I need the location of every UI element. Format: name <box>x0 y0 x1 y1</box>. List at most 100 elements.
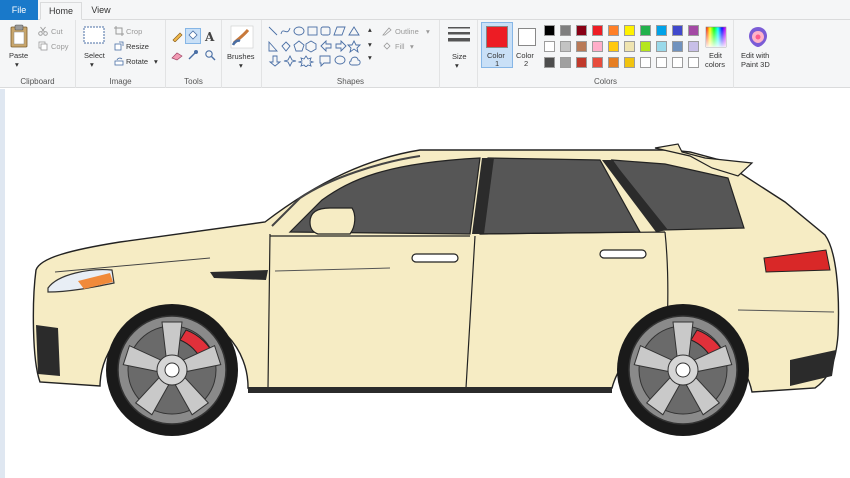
paint3d-icon[interactable] <box>747 25 769 49</box>
palette-swatch[interactable] <box>544 41 555 52</box>
size-dropdown-icon[interactable]: ▾ <box>455 61 459 70</box>
image-group-label: Image <box>76 77 165 86</box>
palette-swatch[interactable] <box>656 57 667 68</box>
palette-swatch[interactable] <box>608 57 619 68</box>
paste-icon[interactable] <box>9 24 29 48</box>
tools-group: A Tools <box>166 20 222 88</box>
pencil-icon[interactable] <box>171 30 183 42</box>
copy-label[interactable]: Copy <box>51 42 69 51</box>
outline-label[interactable]: Outline <box>395 27 419 36</box>
eraser-icon[interactable] <box>171 51 183 61</box>
shapes-group: ▴ ▾ ▾ Outline ▾ Fill ▾ Shapes <box>262 20 440 88</box>
palette-swatch[interactable] <box>544 25 555 36</box>
text-icon[interactable]: A <box>204 30 216 42</box>
palette-swatch[interactable] <box>640 25 651 36</box>
magnifier-icon[interactable] <box>204 49 216 61</box>
color2-number[interactable]: 2 <box>524 59 528 68</box>
brushes-label[interactable]: Brushes <box>227 52 255 61</box>
size-label[interactable]: Size <box>452 52 467 61</box>
tab-home[interactable]: Home <box>40 2 82 20</box>
palette-swatch[interactable] <box>672 25 683 36</box>
palette-swatch[interactable] <box>656 41 667 52</box>
palette-swatch[interactable] <box>672 41 683 52</box>
fill-label[interactable]: Fill <box>395 42 405 51</box>
paint3d-group: Edit with Paint 3D <box>734 20 782 88</box>
color1-number[interactable]: 1 <box>495 59 499 68</box>
copy-icon[interactable] <box>38 41 48 51</box>
brushes-dropdown-icon[interactable]: ▾ <box>239 61 243 70</box>
edit-colors-label-2[interactable]: colors <box>705 60 725 69</box>
palette-swatch[interactable] <box>624 25 635 36</box>
palette-swatch[interactable] <box>592 57 603 68</box>
palette-swatch[interactable] <box>544 57 555 68</box>
resize-label[interactable]: Resize <box>126 42 149 51</box>
palette-swatch[interactable] <box>672 57 683 68</box>
paste-label[interactable]: Paste <box>9 51 28 60</box>
car-rear-wheel <box>617 304 749 436</box>
paint3d-label-2[interactable]: Paint 3D <box>741 60 770 69</box>
shapes-scroll-up-icon[interactable]: ▴ <box>368 25 372 34</box>
car-front-wheel <box>106 304 238 436</box>
palette-swatch[interactable] <box>640 57 651 68</box>
palette-swatch[interactable] <box>688 57 699 68</box>
fill-bucket-icon[interactable] <box>185 28 201 44</box>
outline-icon[interactable] <box>382 26 392 36</box>
clipboard-group: Paste ▾ Cut Copy Clipboard <box>0 20 76 88</box>
crop-label[interactable]: Crop <box>126 27 142 36</box>
palette-swatch[interactable] <box>560 25 571 36</box>
rotate-icon[interactable] <box>114 56 124 66</box>
fill-dropdown-icon[interactable]: ▾ <box>410 42 414 51</box>
shapes-group-label: Shapes <box>262 77 439 86</box>
cut-icon[interactable] <box>38 26 48 36</box>
select-dropdown-icon[interactable]: ▾ <box>90 60 94 69</box>
edit-colors-icon[interactable] <box>705 26 727 48</box>
palette-swatch[interactable] <box>688 41 699 52</box>
fill-icon[interactable] <box>382 41 392 51</box>
tools-group-label: Tools <box>166 77 221 86</box>
shapes-gallery-icon[interactable] <box>267 25 377 67</box>
palette-swatch[interactable] <box>688 25 699 36</box>
rotate-dropdown-icon[interactable]: ▾ <box>154 57 158 66</box>
rotate-label[interactable]: Rotate <box>126 57 148 66</box>
palette-swatch[interactable] <box>560 41 571 52</box>
color-picker-icon[interactable] <box>187 49 199 61</box>
tab-file[interactable]: File <box>0 0 38 20</box>
ribbon-tab-bar: File Home View <box>0 0 850 20</box>
select-label[interactable]: Select <box>84 51 105 60</box>
image-group: Select ▾ Crop Resize Rotate ▾ Image <box>76 20 166 88</box>
color1-swatch[interactable] <box>486 26 508 48</box>
paste-dropdown-icon[interactable]: ▾ <box>15 60 19 69</box>
clipboard-group-label: Clipboard <box>0 77 75 86</box>
palette-swatch[interactable] <box>576 57 587 68</box>
select-icon[interactable] <box>83 26 105 44</box>
car-front-door-handle <box>412 254 458 262</box>
car-rear-door-handle <box>600 250 646 258</box>
palette-swatch[interactable] <box>560 57 571 68</box>
car-mirror <box>310 208 355 234</box>
color2-swatch[interactable] <box>518 28 536 46</box>
palette-swatch[interactable] <box>576 25 587 36</box>
resize-icon[interactable] <box>114 41 124 51</box>
palette-swatch[interactable] <box>608 41 619 52</box>
tab-view[interactable]: View <box>84 2 118 20</box>
palette-swatch[interactable] <box>656 25 667 36</box>
palette-swatch[interactable] <box>592 41 603 52</box>
car-front-grille <box>36 325 60 376</box>
shapes-scroll-down-icon[interactable]: ▾ <box>368 40 372 49</box>
brush-icon[interactable] <box>230 25 254 49</box>
size-icon[interactable] <box>447 26 471 46</box>
outline-dropdown-icon[interactable]: ▾ <box>426 27 430 36</box>
paint3d-label-1[interactable]: Edit with <box>741 51 769 60</box>
palette-swatch[interactable] <box>592 25 603 36</box>
crop-icon[interactable] <box>114 26 124 36</box>
shapes-expand-icon[interactable]: ▾ <box>368 53 372 62</box>
palette-swatch[interactable] <box>624 41 635 52</box>
palette-swatch[interactable] <box>640 41 651 52</box>
palette-swatch[interactable] <box>608 25 619 36</box>
cut-label[interactable]: Cut <box>51 27 63 36</box>
palette-swatch[interactable] <box>576 41 587 52</box>
palette-swatch[interactable] <box>624 57 635 68</box>
colors-group: Color 1 Color 2 <box>478 20 734 88</box>
size-group: Size ▾ <box>440 20 478 88</box>
edit-colors-label-1[interactable]: Edit <box>709 51 722 60</box>
